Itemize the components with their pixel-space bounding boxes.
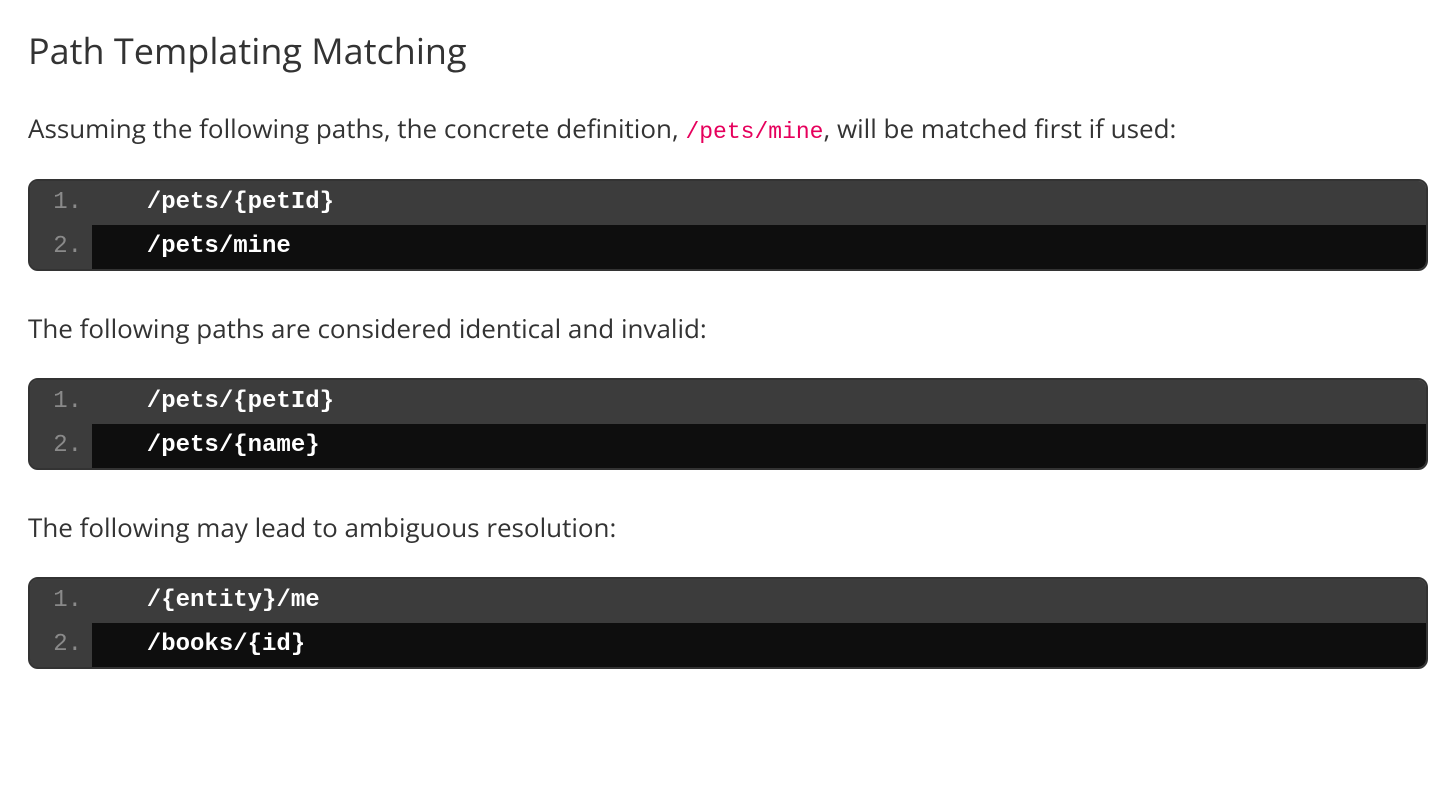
line-number: 2. [30,225,92,269]
paragraph-1-inline-code: /pets/mine [685,119,823,145]
code-block-1: 1. /pets/{petId} 2. /pets/mine [28,179,1428,271]
line-number: 1. [30,380,92,424]
code-line: 1. /pets/{petId} [30,380,1426,424]
code-line: 2. /pets/mine [30,225,1426,269]
line-number: 1. [30,579,92,623]
code-line: 2. /pets/{name} [30,424,1426,468]
section-heading: Path Templating Matching [28,28,1428,75]
code-text: /pets/{petId} [118,380,1426,424]
line-number: 1. [30,181,92,225]
code-text: /pets/{petId} [118,181,1426,225]
code-line: 2. /books/{id} [30,623,1426,667]
code-line: 1. /pets/{petId} [30,181,1426,225]
paragraph-1-text-after: , will be matched first if used: [823,110,1176,146]
line-number: 2. [30,623,92,667]
code-block-3: 1. /{entity}/me 2. /books/{id} [28,577,1428,669]
paragraph-3: The following may lead to ambiguous reso… [28,508,1428,547]
code-line: 1. /{entity}/me [30,579,1426,623]
line-number: 2. [30,424,92,468]
code-text: /pets/mine [118,225,1426,269]
code-block-2: 1. /pets/{petId} 2. /pets/{name} [28,378,1428,470]
paragraph-2: The following paths are considered ident… [28,309,1428,348]
code-text: /books/{id} [118,623,1426,667]
code-text: /pets/{name} [118,424,1426,468]
paragraph-1-text-before: Assuming the following paths, the concre… [28,110,685,146]
page-content: Path Templating Matching Assuming the fo… [0,0,1456,747]
paragraph-1: Assuming the following paths, the concre… [28,109,1428,150]
code-text: /{entity}/me [118,579,1426,623]
